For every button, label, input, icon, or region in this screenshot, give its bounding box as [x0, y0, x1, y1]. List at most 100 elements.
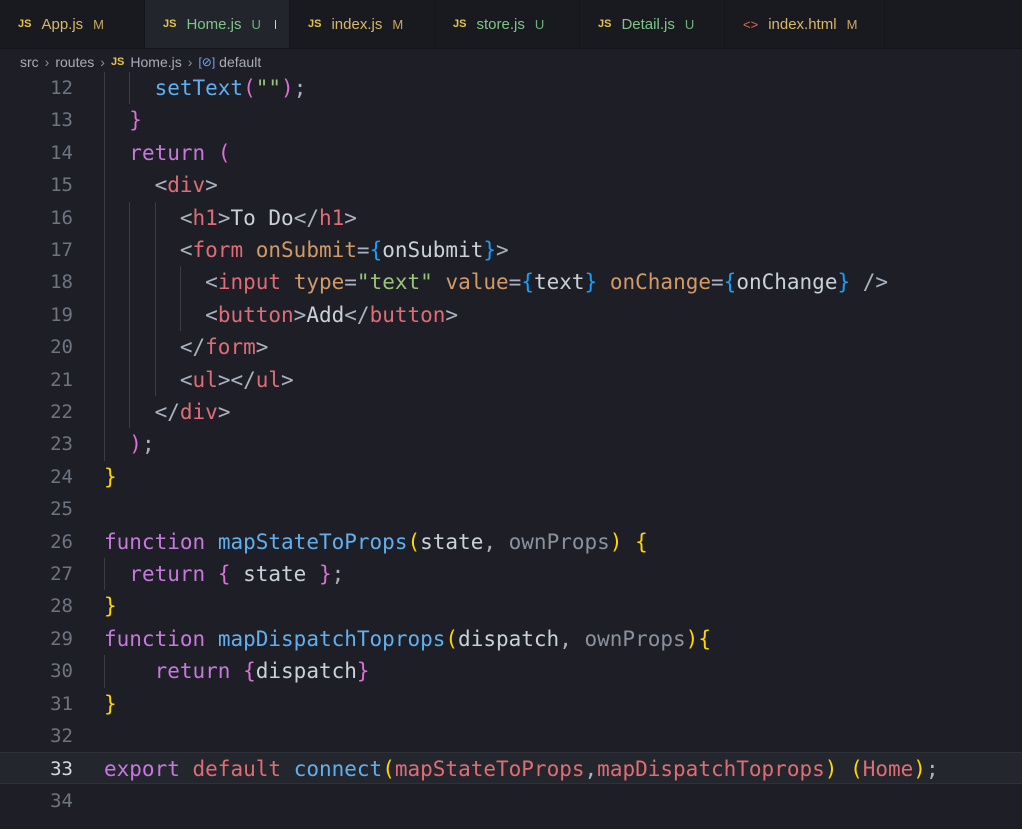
- tab-label: store.js: [476, 15, 525, 33]
- line-number: 14: [50, 141, 73, 164]
- line-number: 34: [50, 789, 73, 812]
- git-status-badge: M: [846, 16, 858, 32]
- indent-guide: [104, 655, 105, 688]
- line-number: 24: [50, 465, 73, 488]
- code-line[interactable]: 26 function mapStateToProps(state, ownPro…: [0, 526, 1022, 558]
- tab-label: App.js: [41, 15, 84, 33]
- chevron-right-icon: ›: [100, 54, 105, 70]
- code-line[interactable]: 27 return { state };: [0, 558, 1022, 590]
- code-text: <input type="text" value={text} onChange…: [205, 270, 889, 295]
- tab-index-js[interactable]: JS index.js M: [290, 0, 435, 48]
- code-line[interactable]: 29 function mapDispatchToprops(dispatch, …: [0, 623, 1022, 655]
- js-file-icon: JS: [308, 18, 322, 30]
- code-line[interactable]: 24}: [0, 461, 1022, 493]
- code-line[interactable]: 19 <button>Add</button>: [0, 299, 1022, 331]
- tab-label: index.html: [768, 15, 837, 33]
- code-text: <h1>To Do</h1>: [179, 205, 357, 230]
- line-number: 17: [50, 239, 73, 261]
- code-line[interactable]: 17 <form onSubmit={onSubmit}>: [0, 234, 1022, 266]
- code-text: function mapStateToProps(state, ownProps…: [104, 529, 648, 554]
- tab-bar: JS App.js M JS Home.js U JS index.js M JS store.js…: [0, 0, 1022, 49]
- line-number: 22: [50, 401, 73, 423]
- chevron-right-icon: ›: [187, 54, 193, 70]
- code-line[interactable]: 12 setText("");: [0, 72, 1022, 104]
- code-text: setText("");: [154, 76, 307, 100]
- tab-label: Home.js: [186, 15, 242, 33]
- indent-guide: [104, 72, 105, 461]
- line-number: 13: [50, 109, 73, 132]
- code-text: }: [104, 594, 117, 619]
- line-number: 21: [50, 368, 73, 391]
- line-number: 16: [50, 206, 73, 229]
- js-file-icon: JS: [453, 18, 467, 30]
- line-number: 19: [50, 303, 73, 326]
- tab-detail-js[interactable]: JS Detail.js U: [580, 0, 725, 48]
- tab-index-html[interactable]: <> index.html M: [725, 0, 885, 48]
- tab-app-js[interactable]: JS App.js M: [0, 0, 145, 48]
- code-text: function mapDispatchToprops(dispatch, ow…: [104, 626, 711, 651]
- code-text: <div>: [154, 173, 218, 198]
- symbol-icon: [⊘]: [198, 55, 216, 69]
- code-line[interactable]: 30 return {dispatch}: [0, 655, 1022, 687]
- code-line[interactable]: 20 </form>: [0, 331, 1022, 363]
- code-text: }: [129, 108, 142, 133]
- code-text: }: [104, 464, 117, 489]
- js-file-icon: JS: [18, 18, 32, 30]
- code-text: return { state };: [129, 562, 345, 586]
- tab-label: Detail.js: [621, 15, 675, 33]
- indent-guide: [179, 266, 181, 332]
- indent-guide: [154, 201, 156, 396]
- line-number: 15: [50, 174, 73, 197]
- tab-home-js[interactable]: JS Home.js U: [145, 0, 290, 48]
- code-line[interactable]: 21 <ul></ul>: [0, 364, 1022, 396]
- code-line[interactable]: 18 <input type="text" value={text} onCha…: [0, 266, 1022, 298]
- line-number: 12: [50, 77, 73, 99]
- breadcrumb-item-file[interactable]: Home.js: [130, 54, 181, 70]
- tab-label: index.js: [331, 15, 383, 33]
- code-line[interactable]: 33 export default connect(mapStateToProps…: [0, 752, 1022, 785]
- line-number: 29: [50, 627, 73, 650]
- code-line[interactable]: 31}: [0, 688, 1022, 720]
- git-status-badge: M: [392, 16, 404, 32]
- code-text: <button>Add</button>: [205, 302, 459, 327]
- html-file-icon: <>: [743, 16, 759, 32]
- line-number: 33: [50, 758, 73, 781]
- code-editor[interactable]: 12 setText(""); 13 } 14 return (15 <div> 16…: [0, 72, 1022, 829]
- line-number: 23: [50, 433, 73, 456]
- code-line[interactable]: 23 );: [0, 428, 1022, 460]
- code-line[interactable]: 32: [0, 720, 1022, 752]
- line-number: 32: [50, 725, 73, 747]
- indent-guide: [129, 201, 131, 429]
- chevron-right-icon: ›: [44, 54, 50, 70]
- line-number: 27: [50, 563, 73, 585]
- git-status-badge: U: [534, 16, 545, 32]
- code-text: <form onSubmit={onSubmit}>: [179, 238, 509, 262]
- code-line[interactable]: 14 return (: [0, 137, 1022, 169]
- code-line[interactable]: 22 </div>: [0, 396, 1022, 428]
- code-text: }: [104, 691, 117, 716]
- breadcrumb-item-src[interactable]: src: [20, 54, 39, 70]
- line-number: 31: [50, 692, 73, 715]
- js-file-icon: JS: [598, 18, 612, 30]
- line-number: 18: [50, 271, 73, 294]
- code-line[interactable]: 25: [0, 493, 1022, 525]
- code-line[interactable]: 15 <div>: [0, 169, 1022, 201]
- git-status-badge: M: [93, 16, 105, 32]
- breadcrumb-item-routes[interactable]: routes: [55, 54, 94, 70]
- code-text: return (: [129, 140, 231, 165]
- code-text: export default connect(mapStateToProps,m…: [104, 757, 939, 782]
- line-number: 30: [50, 660, 73, 683]
- git-status-badge: U: [684, 16, 695, 32]
- code-text: return {dispatch}: [154, 659, 370, 684]
- code-line[interactable]: 28}: [0, 590, 1022, 622]
- code-line[interactable]: 34: [0, 785, 1022, 817]
- breadcrumb-item-symbol[interactable]: default: [219, 54, 261, 70]
- js-file-icon: JS: [163, 18, 177, 30]
- line-number: 26: [50, 530, 73, 553]
- code-line[interactable]: 16 <h1>To Do</h1>: [0, 202, 1022, 234]
- line-number: 25: [50, 498, 73, 521]
- line-number: 28: [50, 595, 73, 618]
- js-file-icon: JS: [110, 56, 125, 68]
- code-line[interactable]: 13 }: [0, 104, 1022, 136]
- tab-store-js[interactable]: JS store.js U: [435, 0, 580, 48]
